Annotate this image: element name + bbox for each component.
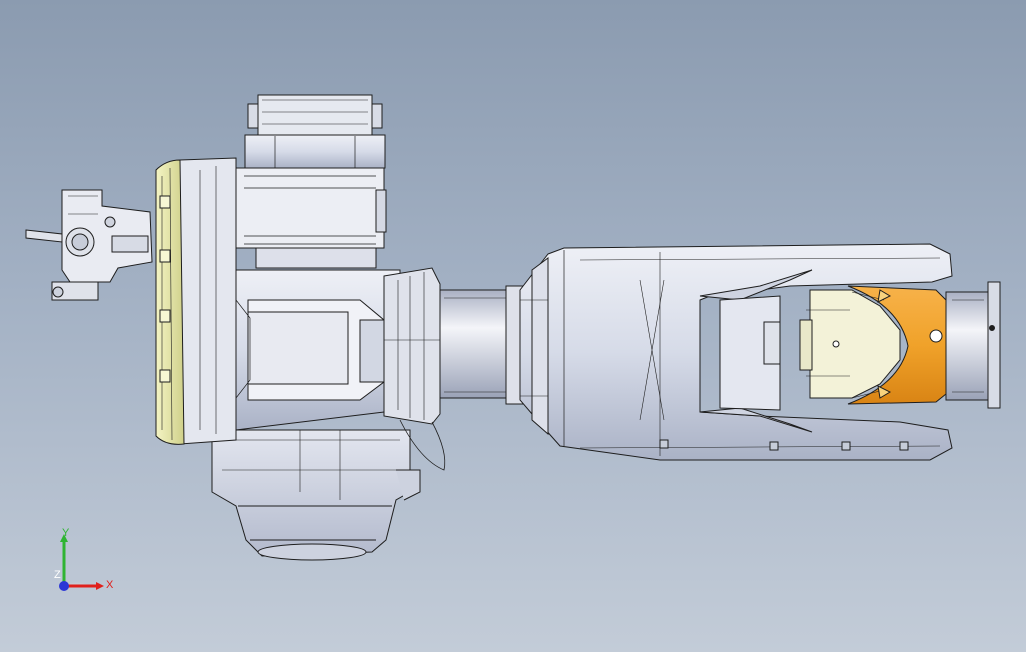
connector-block[interactable] <box>25 189 153 301</box>
robot-arm-model[interactable] <box>0 0 1026 652</box>
tool-flange[interactable] <box>945 281 1001 409</box>
z-axis-dot <box>59 581 69 591</box>
z-axis-label: Z <box>54 569 61 581</box>
x-axis-label: X <box>106 579 114 591</box>
motor-housing[interactable] <box>235 94 387 269</box>
y-axis-label: Y <box>62 528 70 539</box>
coordinate-triad: Y X Z <box>54 528 114 591</box>
base-pedestal[interactable] <box>211 429 421 561</box>
x-axis-arrowhead <box>96 582 104 590</box>
yellow-flange[interactable] <box>155 159 185 445</box>
cad-viewport[interactable]: Y X Z <box>0 0 1026 652</box>
